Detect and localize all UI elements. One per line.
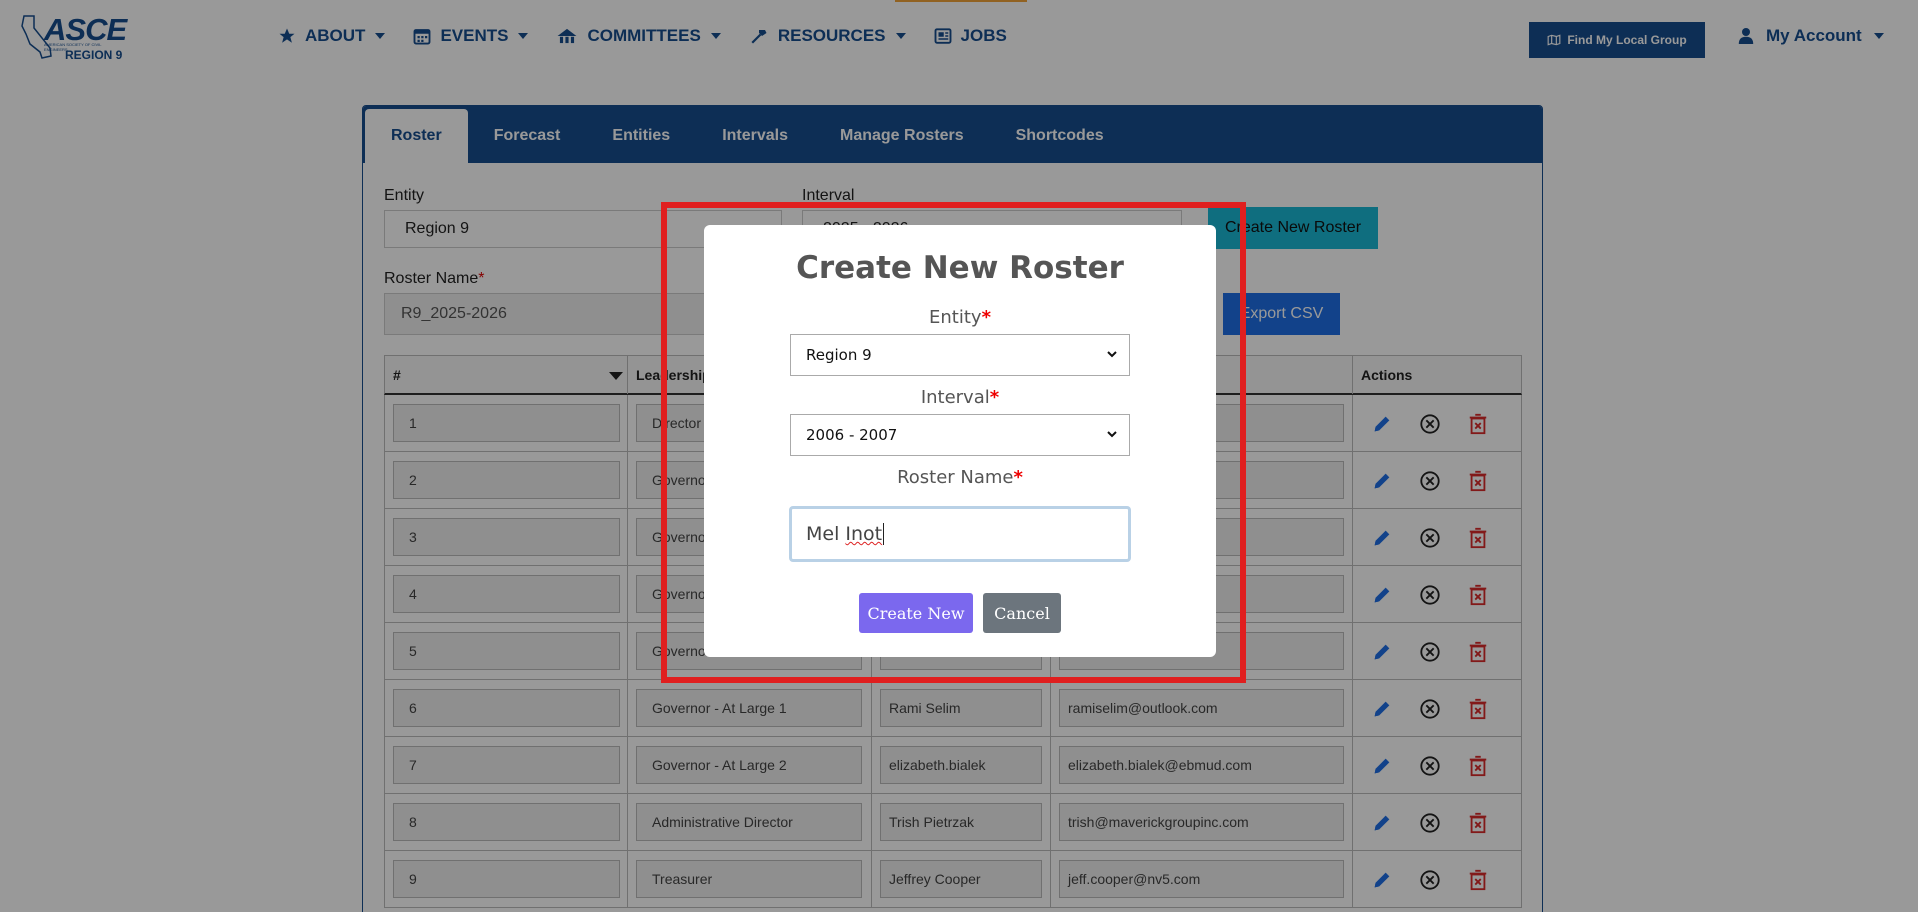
modal-create-new-button[interactable]: Create New bbox=[859, 593, 973, 633]
roster-name-text: Mel bbox=[806, 523, 846, 545]
required-asterisk: * bbox=[1013, 467, 1023, 488]
create-roster-modal: Create New Roster Entity* Region 9 Inter… bbox=[704, 225, 1216, 657]
modal-interval-value: 2006 - 2007 bbox=[806, 426, 898, 444]
required-asterisk: * bbox=[989, 387, 1000, 408]
text-cursor bbox=[883, 523, 885, 545]
modal-roster-name-label: Roster Name* bbox=[704, 467, 1216, 488]
chevron-down-icon bbox=[1107, 431, 1117, 438]
page: ASCE AMERICAN SOCIETY OF CIVIL ENGINEERS… bbox=[0, 0, 1918, 912]
modal-interval-select[interactable]: 2006 - 2007 bbox=[790, 414, 1130, 456]
chevron-down-icon bbox=[1107, 351, 1117, 358]
modal-entity-value: Region 9 bbox=[806, 346, 872, 364]
modal-cancel-button[interactable]: Cancel bbox=[983, 593, 1061, 633]
modal-entity-label-text: Entity bbox=[929, 307, 982, 328]
modal-entity-select[interactable]: Region 9 bbox=[790, 334, 1130, 376]
roster-name-misspelled-word: Inot bbox=[845, 523, 883, 545]
modal-title: Create New Roster bbox=[796, 250, 1124, 286]
modal-roster-name-label-text: Roster Name bbox=[897, 467, 1014, 488]
modal-interval-label: Interval* bbox=[704, 387, 1216, 408]
modal-interval-label-text: Interval bbox=[920, 387, 990, 408]
required-asterisk: * bbox=[981, 307, 991, 328]
modal-roster-name-input[interactable]: Mel Inot bbox=[789, 506, 1131, 562]
modal-entity-label: Entity* bbox=[704, 307, 1216, 328]
